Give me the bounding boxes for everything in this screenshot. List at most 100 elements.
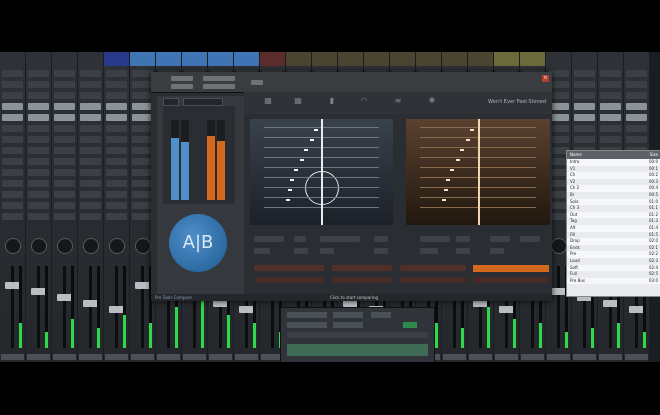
insert-slot[interactable] (28, 125, 49, 132)
insert-slot[interactable] (54, 158, 75, 165)
insert-slot[interactable] (106, 191, 127, 198)
insert-slot[interactable] (132, 92, 153, 99)
insert-slot[interactable] (626, 125, 647, 132)
insert-slot[interactable] (106, 81, 127, 88)
insert-slot[interactable] (2, 81, 23, 88)
mini-toggle[interactable] (403, 322, 417, 328)
insert-slot[interactable] (28, 81, 49, 88)
insert-slot[interactable] (80, 136, 101, 143)
insert-slot[interactable] (54, 92, 75, 99)
insert-slot[interactable] (80, 180, 101, 187)
insert-slot[interactable] (574, 125, 595, 132)
col-name[interactable]: Name (567, 151, 582, 159)
insert-slot[interactable] (54, 70, 75, 77)
fader-handle[interactable] (109, 306, 124, 313)
list-item[interactable]: Ch 00:2 (567, 172, 660, 179)
channel-name-plate[interactable] (235, 354, 258, 360)
list-item[interactable]: Fill 01:5 (567, 232, 660, 239)
insert-slot[interactable] (80, 92, 101, 99)
waveform-clip[interactable] (287, 344, 428, 356)
insert-slot[interactable] (626, 103, 647, 110)
insert-slot[interactable] (80, 103, 101, 110)
channel-name-plate[interactable] (157, 354, 180, 360)
insert-slot[interactable] (574, 103, 595, 110)
insert-slot[interactable] (132, 114, 153, 121)
wifi-icon[interactable]: ◠ (356, 96, 372, 108)
insert-slot[interactable] (106, 202, 127, 209)
control-button[interactable] (320, 236, 360, 242)
list-item[interactable]: V1 00:1 (567, 166, 660, 173)
insert-slot[interactable] (54, 147, 75, 154)
insert-slot[interactable] (574, 92, 595, 99)
channel-name-plate[interactable] (443, 354, 466, 360)
insert-slot[interactable] (106, 213, 127, 220)
insert-slot[interactable] (2, 114, 23, 121)
insert-slot[interactable] (80, 169, 101, 176)
insert-slot[interactable] (80, 147, 101, 154)
fader-handle[interactable] (213, 300, 228, 307)
active-slot[interactable] (473, 265, 549, 272)
plugin-titlebar[interactable]: × (151, 72, 552, 93)
pan-knob[interactable] (109, 238, 125, 254)
plugin-selector[interactable] (203, 84, 235, 89)
insert-slot[interactable] (2, 147, 23, 154)
insert-slot[interactable] (600, 114, 621, 121)
insert-slot[interactable] (132, 103, 153, 110)
insert-slot[interactable] (132, 125, 153, 132)
status-field[interactable] (400, 265, 466, 271)
insert-slot[interactable] (54, 136, 75, 143)
mini-field[interactable] (371, 312, 391, 318)
insert-slot[interactable] (28, 103, 49, 110)
fader-handle[interactable] (629, 306, 644, 313)
insert-slot[interactable] (80, 213, 101, 220)
insert-slot[interactable] (2, 70, 23, 77)
status-field[interactable] (254, 265, 324, 271)
insert-slot[interactable] (28, 180, 49, 187)
mini-field[interactable] (333, 312, 363, 318)
insert-slot[interactable] (106, 70, 127, 77)
reference-b-display[interactable] (406, 119, 550, 225)
fader-handle[interactable] (603, 300, 618, 307)
list-item[interactable]: V2 00:3 (567, 179, 660, 186)
insert-slot[interactable] (626, 81, 647, 88)
fader-handle[interactable] (57, 294, 72, 301)
channel-name-plate[interactable] (495, 354, 518, 360)
control-button[interactable] (254, 248, 270, 254)
status-field[interactable] (400, 277, 466, 283)
channel-name-plate[interactable] (521, 354, 544, 360)
list-item[interactable]: Ch 2 00:4 (567, 185, 660, 192)
channel-name-plate[interactable] (573, 354, 596, 360)
insert-slot[interactable] (132, 213, 153, 220)
fader-handle[interactable] (31, 288, 46, 295)
insert-slot[interactable] (626, 136, 647, 143)
gear-icon[interactable]: ✱ (424, 96, 440, 108)
fader-handle[interactable] (239, 306, 254, 313)
insert-slot[interactable] (54, 103, 75, 110)
channel-name-plate[interactable] (79, 354, 102, 360)
insert-slot[interactable] (54, 191, 75, 198)
preset-selector[interactable] (203, 76, 235, 81)
insert-slot[interactable] (54, 169, 75, 176)
insert-slot[interactable] (2, 92, 23, 99)
list-item[interactable]: Loud 02:3 (567, 258, 660, 265)
insert-slot[interactable] (600, 70, 621, 77)
insert-slot[interactable] (600, 125, 621, 132)
grid-icon[interactable]: ▦ (290, 96, 306, 108)
insert-slot[interactable] (132, 81, 153, 88)
fader-handle[interactable] (473, 300, 488, 307)
list-item[interactable]: Pre Bus 03:0 (567, 277, 660, 285)
control-button[interactable] (520, 236, 540, 242)
list-item[interactable]: Drop 02:0 (567, 238, 660, 245)
channel-name-plate[interactable] (105, 354, 128, 360)
insert-slot[interactable] (80, 202, 101, 209)
channel-name-plate[interactable] (547, 354, 570, 360)
control-button[interactable] (294, 236, 306, 242)
insert-slot[interactable] (626, 92, 647, 99)
mini-field[interactable] (287, 322, 327, 328)
insert-slot[interactable] (106, 147, 127, 154)
insert-slot[interactable] (2, 202, 23, 209)
list-item[interactable]: Solo 01:0 (567, 198, 660, 206)
insert-slot[interactable] (80, 114, 101, 121)
insert-slot[interactable] (2, 191, 23, 198)
insert-slot[interactable] (28, 136, 49, 143)
